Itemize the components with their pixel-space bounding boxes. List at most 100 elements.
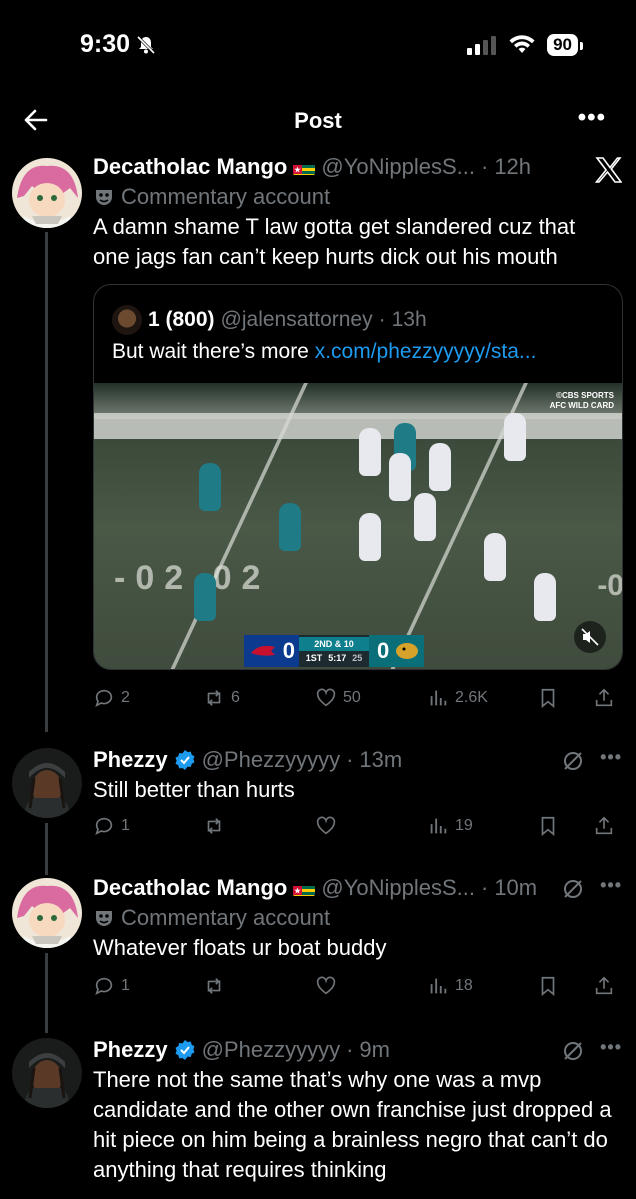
like-button[interactable] (315, 975, 337, 997)
reply-body: Phezzy @Phezzyyyyy · 13m Still better th… (93, 745, 618, 805)
quote-card[interactable]: 1 (800) @jalensattorney · 13h But wait t… (93, 284, 623, 670)
grok-icon[interactable] (562, 878, 584, 900)
bookmark-button[interactable] (537, 687, 559, 709)
like-count: 50 (343, 689, 361, 706)
post-time[interactable]: 10m (494, 875, 537, 901)
status-indicators: 90 (467, 34, 583, 56)
share-button[interactable] (593, 975, 615, 997)
repost-button[interactable]: 6 (203, 687, 240, 709)
thread-line (45, 953, 48, 1033)
bookmark-icon (541, 976, 555, 997)
like-icon (316, 688, 336, 707)
grok-icon[interactable] (562, 750, 584, 772)
views-icon (430, 978, 447, 994)
author-name[interactable]: Decatholac Mango (93, 875, 287, 901)
meta-separator: · (480, 875, 489, 900)
avatar[interactable] (12, 748, 82, 818)
verified-icon (175, 750, 195, 770)
like-button[interactable] (315, 815, 337, 837)
yard-number: -0 (597, 569, 623, 602)
meta-separator: · (346, 747, 354, 772)
post-body: Decatholac Mango @YoNipplesS... · 12h Co… (93, 152, 618, 272)
togo-flag-icon (293, 160, 316, 175)
author-handle[interactable]: @YoNipplesS... (321, 875, 475, 901)
repost-button[interactable] (203, 975, 225, 997)
x-logo-icon (594, 150, 623, 192)
view-count: 19 (455, 817, 473, 834)
meta-separator: · (378, 308, 386, 331)
player (429, 443, 451, 491)
reply-button[interactable]: 2 (93, 687, 130, 709)
avatar[interactable] (12, 158, 82, 228)
mute-icon[interactable] (574, 621, 606, 653)
wifi-icon (509, 35, 535, 53)
meta-separator: · (480, 154, 489, 179)
reply-post: Decatholac Mango @YoNipplesS... · 10m Co… (0, 873, 636, 1033)
avatar[interactable] (12, 1038, 82, 1108)
player (414, 493, 436, 541)
share-button[interactable] (593, 815, 615, 837)
post-meta: Decatholac Mango @YoNipplesS... · 10m (93, 873, 618, 903)
game-time: 5:17 (328, 653, 347, 663)
video-player[interactable]: -02 02 -0 ©CBS SPORTS AFC WILD CARD 0 2N… (94, 383, 623, 669)
views-button[interactable]: 19 (427, 815, 473, 837)
view-count: 2.6K (455, 689, 488, 706)
more-icon[interactable]: ••• (600, 1037, 622, 1058)
author-handle[interactable]: @Phezzyyyyy (202, 1037, 340, 1063)
jaguars-logo-icon (396, 643, 419, 659)
more-icon[interactable]: ••• (578, 104, 606, 132)
play-clock: 25 (352, 653, 363, 663)
bills-score: 0 (244, 635, 299, 667)
player (359, 513, 381, 561)
watermark-text: ©CBS SPORTS (556, 391, 614, 400)
more-icon[interactable]: ••• (600, 875, 622, 896)
quote-author-handle: @jalensattorney (220, 308, 373, 331)
share-icon (595, 816, 613, 835)
reply-button[interactable]: 1 (93, 815, 130, 837)
author-name[interactable]: Decatholac Mango (93, 154, 287, 180)
down-distance: 2ND & 10 (299, 637, 369, 651)
post-text: Still better than hurts (93, 777, 295, 802)
post-actions: 2 6 50 2.6K (93, 687, 623, 715)
repost-button[interactable] (203, 815, 225, 837)
quote-link[interactable]: x.com/phezzyyyyy/sta... (315, 340, 537, 363)
reply-post: Phezzy @Phezzyyyyy · 9m There not the sa… (0, 1035, 636, 1199)
home-score: 0 (282, 638, 295, 663)
thread-line (45, 823, 48, 875)
author-name[interactable]: Phezzy (93, 747, 168, 773)
grok-icon[interactable] (562, 1040, 584, 1062)
bookmark-icon (541, 688, 555, 709)
repost-icon (207, 818, 221, 834)
game-clock: 2ND & 10 1ST 5:17 25 (299, 635, 369, 667)
bookmark-button[interactable] (537, 815, 559, 837)
reply-button[interactable]: 1 (93, 975, 130, 997)
page-title: Post (294, 108, 342, 133)
post-text: Whatever floats ur boat buddy (93, 935, 387, 960)
like-button[interactable]: 50 (315, 687, 361, 709)
views-button[interactable]: 2.6K (427, 687, 488, 709)
post-actions: 1 19 (93, 815, 623, 843)
avatar[interactable] (12, 878, 82, 948)
player (199, 463, 221, 511)
like-icon (316, 976, 336, 995)
author-name[interactable]: Phezzy (93, 1037, 168, 1063)
reply-icon (95, 977, 113, 995)
reply-count: 2 (121, 689, 130, 706)
share-icon (595, 688, 613, 707)
post-header: Post ••• (0, 100, 636, 144)
views-button[interactable]: 18 (427, 975, 473, 997)
clock-text: 9:30 (80, 30, 131, 58)
author-handle[interactable]: @Phezzyyyyy (202, 747, 340, 773)
post-time[interactable]: 13m (359, 747, 402, 773)
share-button[interactable] (593, 687, 615, 709)
player (389, 453, 411, 501)
mask-icon (96, 911, 112, 926)
post-time[interactable]: 12h (494, 154, 531, 180)
silent-bell-icon (136, 35, 156, 54)
author-handle[interactable]: @YoNipplesS... (321, 154, 475, 180)
quote-meta: 1 (800) @jalensattorney · 13h (112, 305, 427, 335)
post-time[interactable]: 9m (359, 1037, 390, 1063)
bookmark-button[interactable] (537, 975, 559, 997)
away-score: 0 (377, 638, 390, 663)
more-icon[interactable]: ••• (600, 747, 622, 768)
